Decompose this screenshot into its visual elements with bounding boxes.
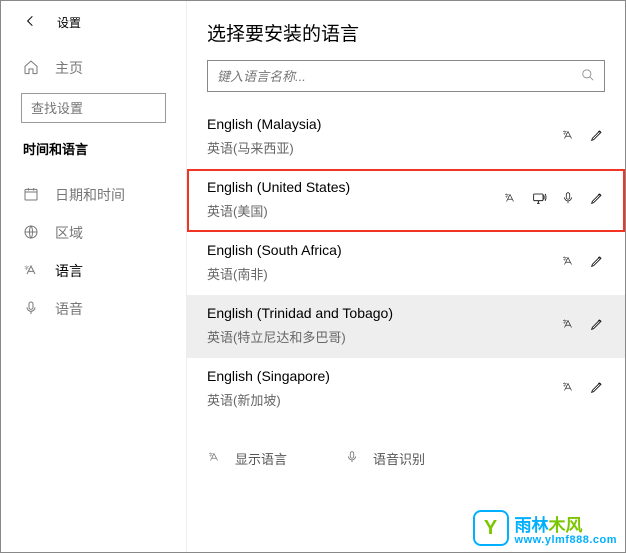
language-name-native: 英语(新加坡) (207, 390, 561, 409)
language-name-en: English (Singapore) (207, 368, 561, 384)
language-name-native: 英语(马来西亚) (207, 138, 561, 157)
display-language-icon: 字 (561, 380, 575, 397)
sidebar-item-label: 日期和时间 (55, 185, 125, 205)
watermark-logo: Y (473, 510, 509, 546)
legend-label: 显示语言 (235, 449, 287, 468)
language-row[interactable]: English (South Africa) 英语(南非) 字 (187, 232, 625, 295)
svg-text:字: 字 (563, 381, 567, 387)
language-search[interactable] (207, 60, 605, 92)
watermark: Y 雨林木风 www.ylmf888.com (473, 510, 617, 546)
language-name-en: English (Malaysia) (207, 116, 561, 132)
language-row[interactable]: English (Singapore) 英语(新加坡) 字 (187, 358, 625, 421)
language-row[interactable]: English (Trinidad and Tobago) 英语(特立尼达和多巴… (187, 295, 625, 358)
globe-icon (23, 224, 39, 243)
speech-recognition-icon (561, 191, 575, 208)
handwriting-icon (589, 316, 605, 335)
sidebar-item-date-time[interactable]: 日期和时间 (1, 176, 186, 214)
legend-label: 语音识别 (373, 449, 425, 468)
handwriting-icon (589, 127, 605, 146)
sidebar-search-input[interactable] (21, 93, 166, 123)
language-name-en: English (Trinidad and Tobago) (207, 305, 561, 321)
svg-text:字: 字 (24, 264, 29, 270)
handwriting-icon (589, 253, 605, 272)
language-name-en: English (South Africa) (207, 242, 561, 258)
language-row[interactable]: English (United States) 英语(美国) 字 (187, 169, 625, 232)
language-name-native: 英语(南非) (207, 264, 561, 283)
microphone-icon (23, 300, 39, 319)
language-name-native: 英语(美国) (207, 201, 503, 220)
sidebar-item-label: 区域 (55, 223, 83, 243)
text-to-speech-icon (531, 190, 547, 209)
sidebar-home[interactable]: 主页 (1, 49, 186, 87)
sidebar-item-label: 语音 (55, 299, 83, 319)
search-icon (581, 68, 595, 85)
speech-recognition-icon (345, 450, 359, 467)
handwriting-icon (589, 190, 605, 209)
back-button[interactable] (23, 13, 39, 32)
language-name-en: English (United States) (207, 179, 503, 195)
display-language-icon: 字 (561, 254, 575, 271)
svg-text:字: 字 (563, 318, 567, 324)
language-search-input[interactable] (217, 69, 581, 84)
display-language-icon: 字 (561, 128, 575, 145)
home-icon (23, 59, 39, 78)
legend-row: 字 显示语言 语音识别 (187, 421, 625, 476)
svg-text:字: 字 (209, 451, 213, 457)
sidebar-item-label: 语言 (55, 261, 83, 281)
settings-title: 设置 (57, 14, 81, 31)
display-language-icon: 字 (503, 191, 517, 208)
handwriting-icon (589, 379, 605, 398)
sidebar-home-label: 主页 (55, 58, 83, 78)
language-name-native: 英语(特立尼达和多巴哥) (207, 327, 561, 346)
svg-text:字: 字 (563, 129, 567, 135)
dialog-heading: 选择要安装的语言 (187, 1, 625, 60)
svg-text:字: 字 (563, 255, 567, 261)
language-row[interactable]: English (Malaysia) 英语(马来西亚) 字 (187, 106, 625, 169)
language-icon: 字 (23, 262, 39, 281)
sidebar-section-header: 时间和语言 (1, 133, 186, 170)
sidebar-item-speech[interactable]: 语音 (1, 290, 186, 328)
display-language-icon: 字 (207, 450, 221, 467)
language-list: English (Malaysia) 英语(马来西亚) 字 English (U… (187, 106, 625, 552)
sidebar-search[interactable] (21, 93, 166, 123)
svg-text:字: 字 (505, 192, 509, 198)
display-language-icon: 字 (561, 317, 575, 334)
calendar-icon (23, 186, 39, 205)
sidebar-item-language[interactable]: 字 语言 (1, 252, 186, 290)
sidebar-item-region[interactable]: 区域 (1, 214, 186, 252)
